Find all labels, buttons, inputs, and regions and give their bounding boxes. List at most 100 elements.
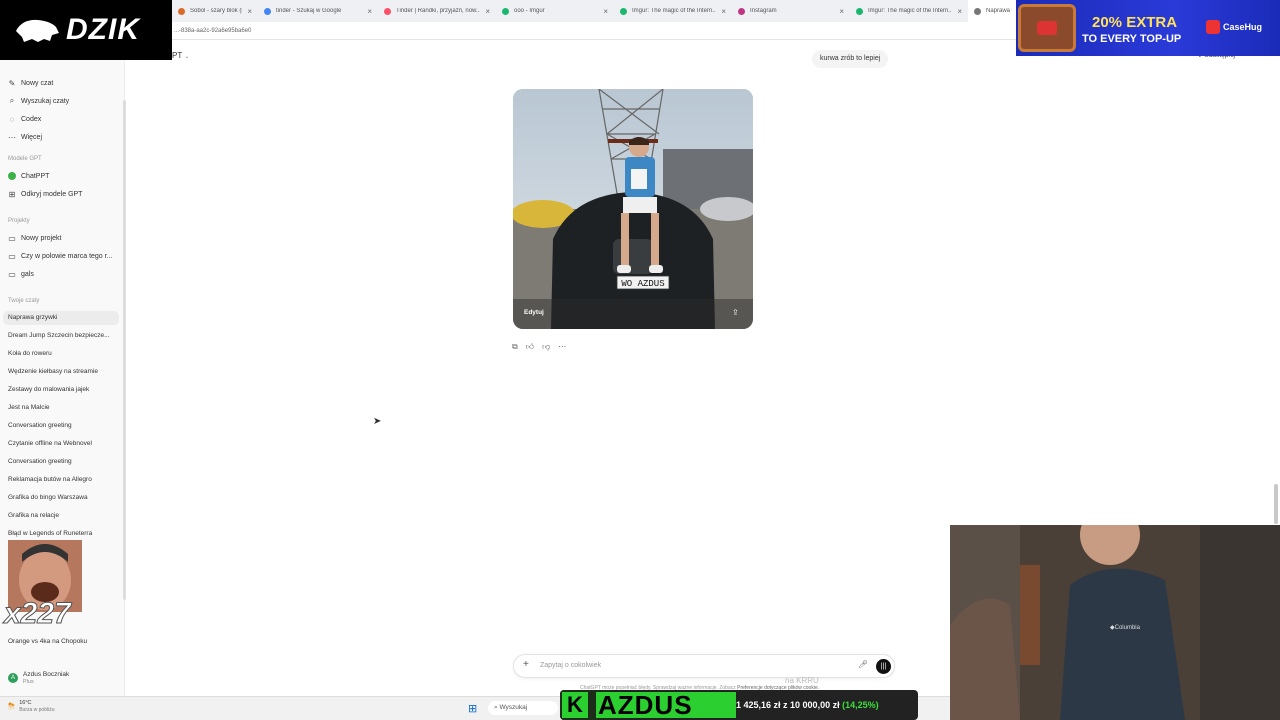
folder-icon: ▭ xyxy=(8,269,16,279)
close-icon[interactable]: × xyxy=(247,7,252,16)
favicon-icon xyxy=(738,7,745,15)
tab-label: tinder - Szukaj w Google xyxy=(276,8,342,14)
list-item[interactable]: Jest na Malcie xyxy=(3,401,119,415)
favicon-icon xyxy=(974,7,981,15)
close-icon[interactable]: × xyxy=(721,7,726,16)
list-item[interactable]: Conversation greeting xyxy=(3,419,119,433)
voice-mode-button[interactable]: ||| xyxy=(876,659,891,674)
user-profile-button[interactable]: A Azdus Boczniak Plus xyxy=(8,671,69,685)
user-message: kurwa zrób to lepiej xyxy=(812,50,889,68)
watermark: na KRRU xyxy=(785,676,819,685)
main-scrollbar[interactable] xyxy=(1274,484,1278,524)
case-icon xyxy=(1018,4,1076,52)
thumbs-down-icon[interactable]: 👎︎ xyxy=(542,342,550,352)
list-item[interactable]: Grafika do bingo Warszawa xyxy=(3,491,119,505)
sidebar-item-chatppt[interactable]: ChatPPT xyxy=(8,169,49,183)
model-selector[interactable]: PT ⌄ xyxy=(172,51,189,60)
windows-start-icon[interactable]: ⊞ xyxy=(468,702,477,715)
emote-count: x227 xyxy=(4,597,72,631)
brand-name: DZIK xyxy=(66,13,140,46)
list-item[interactable]: Koła do roweru xyxy=(3,347,119,361)
goal-k: K xyxy=(562,692,588,718)
donation-goal-bar: K AZDUS 1 425,16 zł z 10 000,00 zł (14,2… xyxy=(560,690,918,720)
favicon-icon xyxy=(856,7,863,15)
plus-icon[interactable]: + xyxy=(523,659,529,670)
search-chats-button[interactable]: ⌕ Wyszukaj czaty xyxy=(8,94,69,108)
waveform-icon: ||| xyxy=(880,663,887,670)
list-item[interactable]: Reklamacja butów na Allegro xyxy=(3,473,119,487)
list-item[interactable]: Czytanie offline na Webnovel xyxy=(3,437,119,451)
list-item[interactable]: Grafika na relacje xyxy=(3,509,119,523)
taskbar-search[interactable]: ⌕ Wyszukaj xyxy=(488,701,558,715)
browser-tab[interactable]: tinder - Szukaj w Google × xyxy=(258,0,378,22)
composer-input[interactable]: Zapytaj o cokolwiek xyxy=(540,662,601,669)
ad-banner[interactable]: 20% EXTRA TO EVERY TOP-UP CaseHug xyxy=(1016,0,1280,56)
close-icon[interactable]: × xyxy=(367,7,372,16)
favicon-icon xyxy=(384,7,391,15)
sidebar-item-new-project[interactable]: ▭ Nowy projekt xyxy=(8,231,61,245)
ad-subline: TO EVERY TOP-UP xyxy=(1082,33,1182,45)
tab-label: Imgur: The magic of the Intern... xyxy=(868,8,953,14)
search-chats-label: Wyszukaj czaty xyxy=(21,97,70,105)
model-label: PT xyxy=(172,51,183,60)
browser-tab[interactable]: Tinder | Randki, przyjaźń, now... × xyxy=(378,0,496,22)
sidebar-item-discover-gpts[interactable]: ⊞ Odkryj modele GPT xyxy=(8,187,83,201)
close-icon[interactable]: × xyxy=(957,7,962,16)
download-icon[interactable]: ⇪ xyxy=(732,308,739,317)
copy-icon[interactable]: ⧉ xyxy=(512,342,518,352)
mouse-cursor-icon: ➤ xyxy=(373,416,382,427)
new-chat-button[interactable]: ✎ Nowy czat xyxy=(8,76,54,90)
list-item[interactable]: Błąd w Legends of Runeterra xyxy=(3,527,119,541)
more-button[interactable]: ⋯ Więcej xyxy=(8,130,42,144)
sidebar-scrollbar[interactable] xyxy=(123,100,126,600)
close-icon[interactable]: × xyxy=(485,7,490,16)
weather-temp: 16°C xyxy=(19,700,32,706)
taskbar-search-label: Wyszukaj xyxy=(499,704,528,711)
list-item[interactable]: Wędzenie kiełbasy na streamie xyxy=(3,365,119,379)
more-icon[interactable]: ⋯ xyxy=(558,342,566,352)
close-icon[interactable]: × xyxy=(603,7,608,16)
weather-desc: Burza w pobliżu xyxy=(19,707,55,713)
browser-tab[interactable]: Imgur: The magic of the Intern... × xyxy=(850,0,968,22)
new-folder-icon: ▭ xyxy=(8,233,16,243)
microphone-icon[interactable]: 🎤︎ xyxy=(858,660,868,669)
goal-percent: (14,25%) xyxy=(842,700,879,710)
boar-logo-icon xyxy=(16,19,59,42)
edit-icon: ✎ xyxy=(8,78,16,88)
favicon-icon xyxy=(178,7,185,15)
grid-icon: ⊞ xyxy=(8,189,16,199)
sidebar-item-project[interactable]: ▭ gals xyxy=(8,267,34,281)
list-item[interactable]: Naprawa grzywki xyxy=(3,311,119,325)
close-icon[interactable]: × xyxy=(839,7,844,16)
chevron-down-icon: ⌄ xyxy=(184,54,190,60)
folder-icon: ▭ xyxy=(8,251,16,261)
list-item[interactable]: Dream Jump Szczecin bezpiecze... xyxy=(3,329,119,343)
thumbs-up-icon[interactable]: 👍︎ xyxy=(526,342,534,352)
sidebar-item-label: Odkryj modele GPT xyxy=(21,190,83,198)
edit-image-button[interactable]: Edytuj xyxy=(524,309,544,316)
browser-tab[interactable]: Imgur: The magic of the Intern... × xyxy=(614,0,732,22)
weather-widget[interactable]: ⛈ 16°C Burza w pobliżu xyxy=(8,700,55,713)
codex-label: Codex xyxy=(21,115,42,123)
sidebar-item-label: Czy w polowie marca tego r... xyxy=(21,252,113,260)
goal-amount: 1 425,16 zł z 10 000,00 zł xyxy=(736,700,840,710)
ad-brand: CaseHug xyxy=(1223,22,1263,32)
codex-icon: ◌ xyxy=(9,114,15,124)
storm-icon: ⛈ xyxy=(8,701,16,711)
user-name: Azdus Boczniak xyxy=(23,671,70,678)
browser-tab[interactable]: Instagram × xyxy=(732,0,850,22)
favicon-icon xyxy=(502,7,509,15)
browser-tab[interactable]: Sobol - szary blok (k.. × xyxy=(172,0,258,22)
sidebar-item-project[interactable]: ▭ Czy w polowie marca tego r... xyxy=(8,249,112,263)
favicon-icon xyxy=(264,7,271,15)
list-item[interactable]: Conversation greeting xyxy=(3,455,119,469)
generated-image[interactable]: WO AZDUS xyxy=(513,89,753,329)
casehug-logo-icon xyxy=(1206,20,1220,34)
composer[interactable]: + Zapytaj o cokolwiek 🎤︎ ||| xyxy=(513,654,895,678)
more-label: Więcej xyxy=(21,133,43,141)
list-item[interactable]: Orange vs 4ka na Chopoku xyxy=(3,635,119,649)
browser-tab[interactable]: ooo - Imgur × xyxy=(496,0,614,22)
list-item[interactable]: Zestawy do malowania jajek xyxy=(3,383,119,397)
codex-button[interactable]: ◌ Codex xyxy=(8,112,42,126)
tab-label: Instagram xyxy=(750,8,777,14)
